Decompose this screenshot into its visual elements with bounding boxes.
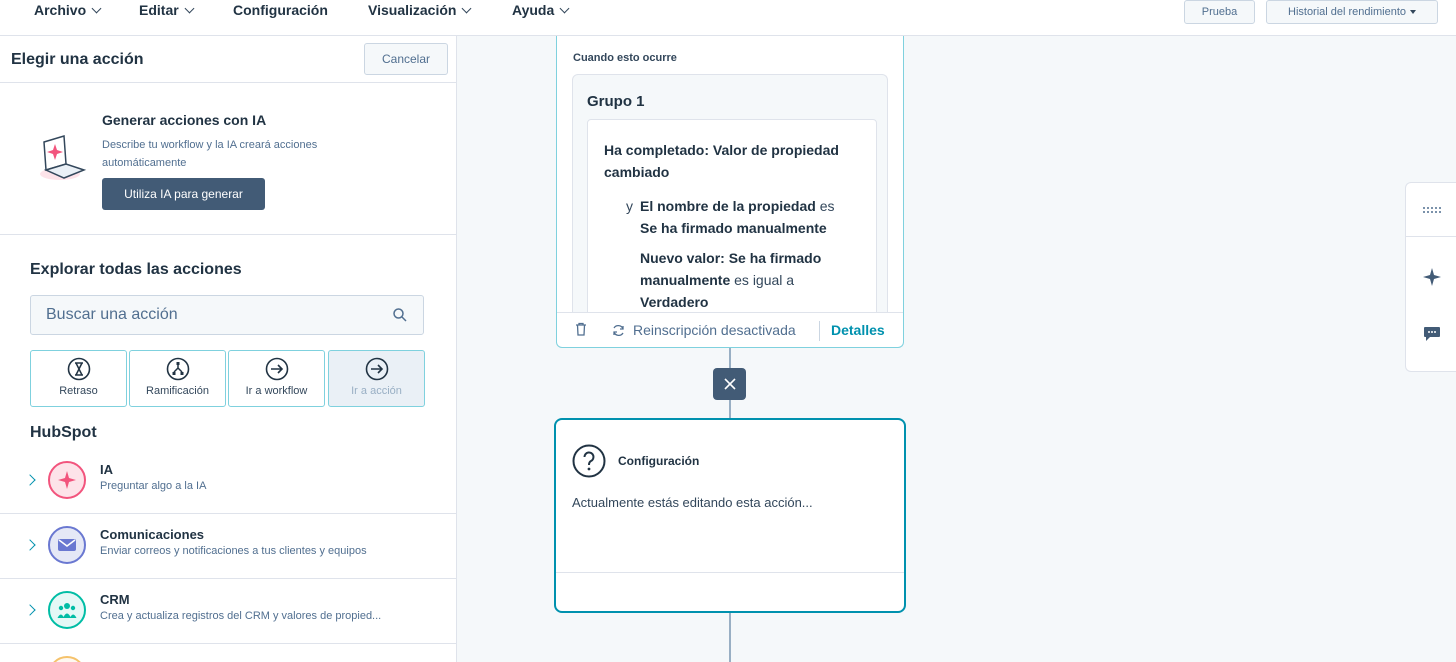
condition-property-name: El nombre de la propiedad es Se ha firmad… bbox=[640, 198, 835, 236]
action-footer-divider bbox=[556, 572, 904, 573]
envelope-icon bbox=[48, 526, 86, 564]
category-comunicaciones[interactable]: Comunicaciones Enviar correos y notifica… bbox=[0, 515, 456, 579]
trigger-label: Cuando esto ocurre bbox=[573, 52, 677, 64]
performance-history-button[interactable]: Historial del rendimiento bbox=[1266, 0, 1438, 24]
condition-group: Grupo 1 Ha completado: Valor de propieda… bbox=[572, 74, 888, 312]
menu-editar[interactable]: Editar bbox=[139, 2, 195, 18]
trigger-card[interactable]: Cuando esto ocurre Grupo 1 Ha completado… bbox=[556, 36, 904, 348]
hubspot-section-title: HubSpot bbox=[30, 424, 97, 441]
chevron-right-icon bbox=[24, 474, 36, 486]
action-title: Configuración bbox=[618, 454, 700, 468]
chevron-down-icon bbox=[462, 3, 472, 13]
trigger-footer: Reinscripción desactivada Detalles bbox=[557, 312, 903, 347]
right-toolbar bbox=[1405, 182, 1456, 372]
action-tile-delay[interactable]: Retraso bbox=[30, 350, 127, 407]
people-icon bbox=[48, 591, 86, 629]
explore-actions-title: Explorar todas las acciones bbox=[30, 261, 242, 278]
connector-line bbox=[729, 613, 731, 662]
search-box bbox=[30, 295, 424, 335]
menu-configuracion[interactable]: Configuración bbox=[233, 2, 328, 18]
hourglass-icon bbox=[67, 357, 90, 381]
action-tile-branch[interactable]: Ramificación bbox=[129, 350, 226, 407]
close-icon bbox=[723, 378, 736, 390]
category-ia[interactable]: IA Preguntar algo a la IA bbox=[0, 450, 456, 514]
search-icon[interactable] bbox=[393, 308, 407, 322]
question-icon bbox=[572, 444, 606, 478]
menu-visualizacion[interactable]: Visualización bbox=[368, 2, 472, 18]
condition-connector: y bbox=[626, 198, 633, 214]
chevron-down-icon bbox=[91, 3, 102, 13]
menu-ayuda[interactable]: Ayuda bbox=[512, 2, 570, 18]
sparkle-icon[interactable] bbox=[1422, 267, 1442, 287]
action-tile-go-to-action[interactable]: Ir a acción bbox=[328, 350, 425, 407]
branch-icon bbox=[166, 357, 189, 381]
category-crm[interactable]: CRM Crea y actualiza registros del CRM y… bbox=[0, 580, 456, 644]
sparkle-icon bbox=[48, 461, 86, 499]
category-icon-partial bbox=[48, 656, 86, 662]
choose-action-panel: Elegir una acción Cancelar Generar accio… bbox=[0, 36, 457, 662]
refresh-icon bbox=[613, 324, 624, 337]
footer-divider bbox=[819, 321, 820, 341]
panel-header: Elegir una acción Cancelar bbox=[0, 36, 456, 83]
trash-icon[interactable] bbox=[575, 322, 587, 336]
action-card[interactable]: Configuración Actualmente estás editando… bbox=[554, 418, 906, 613]
action-editing-text: Actualmente estás editando esta acción..… bbox=[572, 495, 813, 510]
test-button[interactable]: Prueba bbox=[1184, 0, 1255, 24]
use-ai-generate-button[interactable]: Utiliza IA para generar bbox=[102, 178, 265, 210]
arrow-circle-icon bbox=[265, 357, 288, 381]
condition-card: Ha completado: Valor de propiedad cambia… bbox=[587, 119, 877, 312]
chevron-right-icon bbox=[24, 604, 36, 616]
arrow-circle-icon bbox=[365, 357, 388, 381]
condition-main: Ha completado: Valor de propiedad cambia… bbox=[604, 142, 839, 180]
ai-title: Generar acciones con IA bbox=[102, 112, 267, 128]
details-link[interactable]: Detalles bbox=[831, 322, 885, 338]
ai-generate-section: Generar acciones con IA Describe tu work… bbox=[0, 84, 456, 235]
menu-archivo[interactable]: Archivo bbox=[34, 2, 102, 18]
search-input[interactable] bbox=[46, 296, 376, 334]
condition-new-value: Nuevo valor: Se ha firmado manualmente e… bbox=[640, 250, 822, 310]
reenrollment-status: Reinscripción desactivada bbox=[633, 322, 796, 338]
action-tile-go-to-workflow[interactable]: Ir a workflow bbox=[228, 350, 325, 407]
caret-down-icon bbox=[1410, 10, 1416, 14]
grid-dots-icon[interactable] bbox=[1422, 206, 1442, 214]
cancel-button[interactable]: Cancelar bbox=[364, 43, 448, 75]
close-button[interactable] bbox=[713, 368, 746, 400]
ai-description: Describe tu workflow y la IA creará acci… bbox=[102, 139, 318, 169]
toolbar-divider bbox=[1406, 236, 1456, 237]
ai-laptop-illustration bbox=[40, 135, 87, 180]
group-title: Grupo 1 bbox=[587, 93, 645, 110]
top-menu-bar: Archivo Editar Configuración Visualizaci… bbox=[0, 0, 1456, 36]
chat-icon[interactable] bbox=[1423, 326, 1441, 342]
panel-title: Elegir una acción bbox=[11, 51, 144, 68]
chevron-right-icon bbox=[24, 539, 36, 551]
chevron-down-icon bbox=[184, 3, 195, 13]
chevron-down-icon bbox=[559, 3, 570, 13]
